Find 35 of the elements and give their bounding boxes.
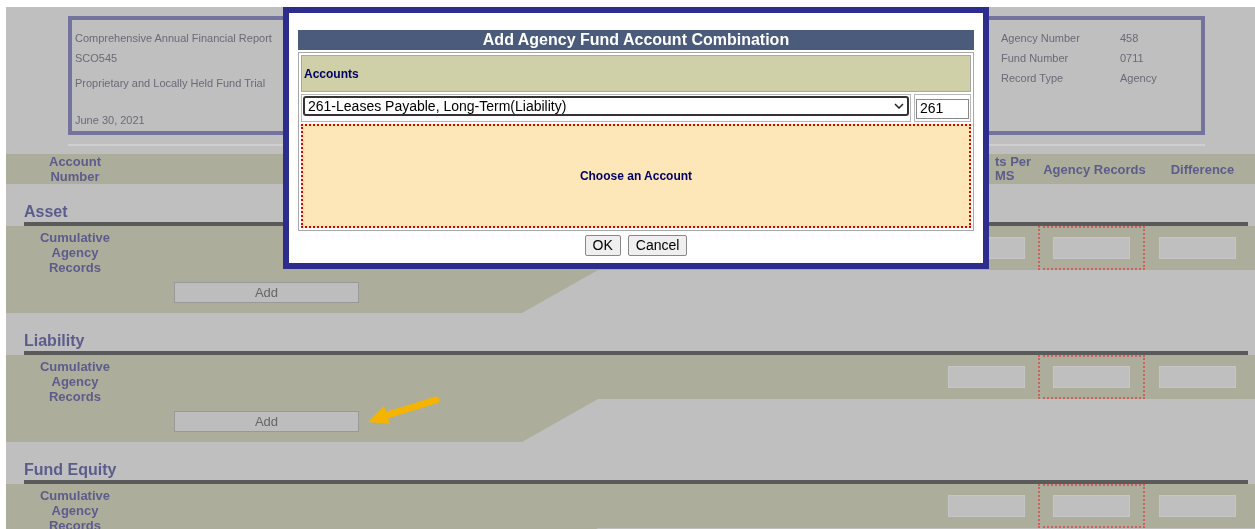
amount-field[interactable] [1159,237,1236,259]
amount-field[interactable] [1159,366,1236,388]
dialog-title: Add Agency Fund Account Combination [298,30,974,50]
message-text: Choose an Account [579,168,693,185]
amount-field[interactable] [1053,495,1130,517]
field-label: Agency Number [1001,31,1081,44]
section-title: Fund Equity [24,460,118,480]
account-select[interactable]: 261-Leases Payable, Long-Term(Liability) [303,96,909,116]
field-label: Fund Number [1001,51,1070,64]
row-label: Cumulative Agency Records [38,359,112,404]
account-code-field[interactable]: 261 [916,98,969,119]
field-label: Record Type [1001,71,1065,84]
column-header: Agency Records [1042,161,1147,177]
column-header: Difference [1169,161,1236,177]
field-value: 0711 [1120,51,1144,64]
row-label: Cumulative Agency Records [38,230,112,275]
field-value: Agency [1120,71,1157,84]
section-title: Asset [24,202,69,222]
report-date: June 30, 2021 [75,113,146,126]
dialog-button[interactable]: OK [584,235,621,256]
column-header: ts Per MS [994,155,1033,183]
field-value: 458 [1120,31,1139,44]
amount-field[interactable] [1053,237,1130,259]
section-title: Liability [24,331,86,351]
amount-field[interactable] [948,495,1025,517]
amount-field[interactable] [948,366,1025,388]
accounts-header: Accounts [301,55,971,92]
dialog-button[interactable]: Cancel [627,235,688,256]
report-code: SCO545 [75,51,119,64]
chevron-down-icon [894,103,904,109]
amount-field[interactable] [1159,495,1236,517]
report-subtitle: Proprietary and Locally Held Fund Trial [75,76,267,89]
column-header: Account Number [48,154,102,184]
report-title: Comprehensive Annual Financial Report [75,31,272,44]
amount-field[interactable] [1053,366,1130,388]
